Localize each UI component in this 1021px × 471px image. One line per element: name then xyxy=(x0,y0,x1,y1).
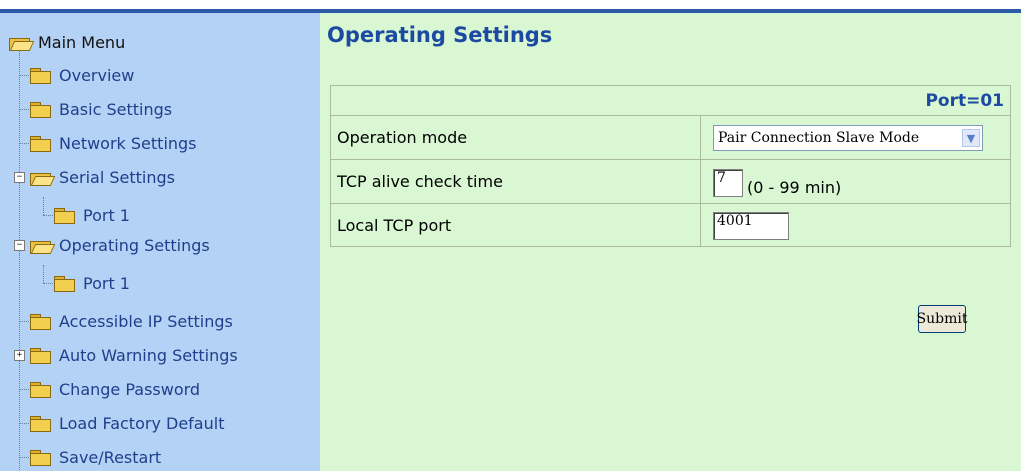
tree-line xyxy=(19,321,29,322)
sidebar-item-save-restart[interactable]: Save/Restart xyxy=(29,442,161,471)
sidebar-item-network-settings[interactable]: Network Settings xyxy=(29,128,197,158)
sidebar-item-label: Port 1 xyxy=(83,205,130,225)
open-folder-icon xyxy=(8,34,35,51)
tree-line xyxy=(19,389,29,390)
sidebar-item-label: Change Password xyxy=(59,379,201,399)
operation-mode-select[interactable]: Pair Connection Slave Mode ▼ xyxy=(713,125,983,151)
expand-icon[interactable]: + xyxy=(14,350,25,361)
tree-line xyxy=(43,215,53,216)
folder-icon xyxy=(29,381,51,398)
sidebar-item-load-factory-default[interactable]: Load Factory Default xyxy=(29,408,224,438)
tree-line xyxy=(43,265,44,283)
folder-icon xyxy=(53,275,75,292)
table-row: Local TCP port 4001 xyxy=(330,203,1011,247)
sidebar-item-label: Main Menu xyxy=(38,32,126,52)
tcp-alive-check-time-input[interactable]: 7 xyxy=(713,169,743,197)
sidebar-item-basic-settings[interactable]: Basic Settings xyxy=(29,94,172,124)
open-folder-icon xyxy=(29,169,56,186)
main-content: Operating Settings Port=01 Operation mod… xyxy=(320,13,1021,471)
tree-line xyxy=(19,75,29,76)
sidebar-item-auto-warning-settings[interactable]: Auto Warning Settings xyxy=(29,340,238,370)
port-label: Port=01 xyxy=(925,90,1004,111)
sidebar-item-operating-port-1[interactable]: Port 1 xyxy=(53,268,130,298)
folder-icon xyxy=(29,67,51,84)
sidebar-item-label: Serial Settings xyxy=(59,167,175,187)
page-title: Operating Settings xyxy=(327,23,553,47)
sidebar-item-label: Auto Warning Settings xyxy=(59,345,238,365)
folder-icon xyxy=(29,449,51,466)
local-tcp-port-label: Local TCP port xyxy=(331,204,701,246)
sidebar-item-label: Network Settings xyxy=(59,133,197,153)
tree-line xyxy=(19,423,29,424)
tcp-alive-check-time-label: TCP alive check time xyxy=(331,160,701,203)
open-folder-icon xyxy=(29,237,56,254)
submit-button[interactable]: Submit xyxy=(917,305,967,333)
sidebar-item-label: Accessible IP Settings xyxy=(59,311,233,331)
sidebar-item-change-password[interactable]: Change Password xyxy=(29,374,200,404)
sidebar-item-main-menu[interactable]: Main Menu xyxy=(8,27,125,57)
sidebar-item-accessible-ip-settings[interactable]: Accessible IP Settings xyxy=(29,306,233,336)
sidebar-item-label: Basic Settings xyxy=(59,99,173,119)
folder-icon xyxy=(29,415,51,432)
sidebar-item-operating-settings[interactable]: Operating Settings xyxy=(29,230,210,260)
folder-icon xyxy=(53,207,75,224)
tcp-alive-range-hint: (0 - 99 min) xyxy=(747,178,842,197)
local-tcp-port-input[interactable]: 4001 xyxy=(713,212,789,240)
tree-line xyxy=(43,283,53,284)
operation-mode-value: Pair Connection Slave Mode xyxy=(718,130,920,146)
sidebar-item-serial-settings[interactable]: Serial Settings xyxy=(29,162,175,192)
tree-line xyxy=(19,457,29,458)
folder-icon xyxy=(29,101,51,118)
table-row: Operation mode Pair Connection Slave Mod… xyxy=(330,115,1011,159)
folder-icon xyxy=(29,135,51,152)
tree-line xyxy=(43,197,44,215)
sidebar-item-overview[interactable]: Overview xyxy=(29,60,134,90)
sidebar-item-serial-port-1[interactable]: Port 1 xyxy=(53,200,130,230)
folder-icon xyxy=(29,347,51,364)
sidebar-item-label: Overview xyxy=(59,65,135,85)
table-row: TCP alive check time 7 (0 - 99 min) xyxy=(330,159,1011,203)
collapse-icon[interactable]: − xyxy=(14,172,25,183)
tree-line xyxy=(19,43,20,470)
sidebar-item-label: Load Factory Default xyxy=(59,413,225,433)
port-header-row: Port=01 xyxy=(330,85,1011,115)
sidebar-item-label: Save/Restart xyxy=(59,447,162,467)
sidebar-item-label: Operating Settings xyxy=(59,235,210,255)
collapse-icon[interactable]: − xyxy=(14,240,25,251)
sidebar: Main Menu Overview Basic Settings Networ… xyxy=(0,13,320,471)
menu-tree: Main Menu Overview Basic Settings Networ… xyxy=(0,13,320,471)
operation-mode-label: Operation mode xyxy=(331,116,701,159)
tree-line xyxy=(19,109,29,110)
tree-line xyxy=(19,143,29,144)
chevron-down-icon[interactable]: ▼ xyxy=(962,129,980,147)
top-banner xyxy=(0,0,1021,13)
sidebar-item-label: Port 1 xyxy=(83,273,130,293)
folder-icon xyxy=(29,313,51,330)
